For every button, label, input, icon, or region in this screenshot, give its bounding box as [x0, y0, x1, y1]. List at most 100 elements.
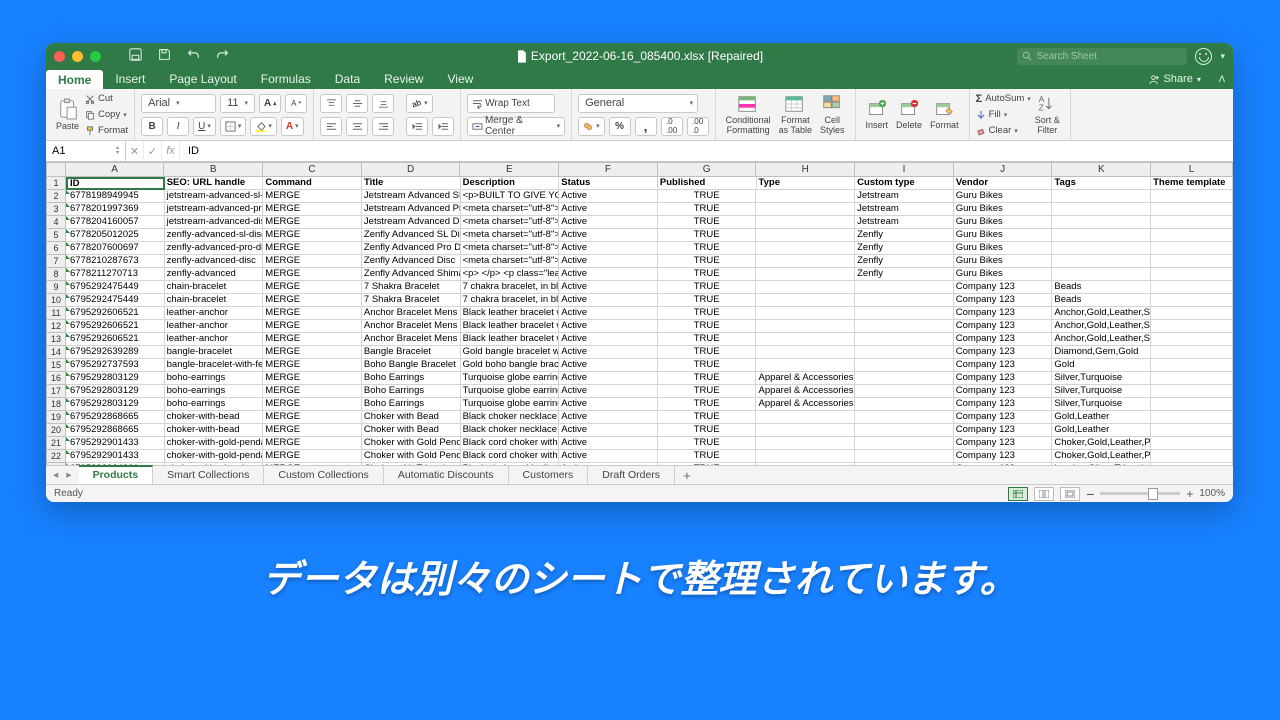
sheet-nav-first-icon[interactable]: ◂: [50, 469, 61, 481]
cell[interactable]: 6795292606521: [66, 333, 165, 346]
align-right-button[interactable]: [372, 117, 394, 136]
column-header[interactable]: K: [1052, 162, 1151, 177]
cell[interactable]: TRUE: [658, 424, 757, 437]
cell[interactable]: Company 123: [954, 424, 1053, 437]
cell[interactable]: TRUE: [658, 320, 757, 333]
cell[interactable]: Active: [559, 450, 658, 463]
search-sheet-input[interactable]: Search Sheet: [1017, 48, 1187, 65]
menu-tab-view[interactable]: View: [435, 69, 485, 89]
cell[interactable]: [1052, 190, 1151, 203]
cell[interactable]: MERGE: [263, 216, 362, 229]
sheet-tab[interactable]: Custom Collections: [264, 466, 383, 485]
cell[interactable]: zenfly-advanced-sl-disc: [165, 229, 264, 242]
cell[interactable]: [1151, 437, 1233, 450]
align-bottom-button[interactable]: [372, 94, 394, 113]
cell[interactable]: [1052, 268, 1151, 281]
column-header[interactable]: E: [460, 162, 559, 177]
cell[interactable]: Gold,Leather: [1052, 424, 1151, 437]
cell[interactable]: [1052, 216, 1151, 229]
cell[interactable]: jetstream-advanced-sl-c: [165, 190, 264, 203]
cell[interactable]: [1151, 411, 1233, 424]
autosum-button[interactable]: ΣAutoSum▾: [976, 92, 1031, 106]
cell[interactable]: Active: [559, 424, 658, 437]
cell[interactable]: Company 123: [954, 346, 1053, 359]
cell[interactable]: [855, 333, 954, 346]
cell[interactable]: Description: [461, 177, 560, 190]
cell[interactable]: 6795292475449: [66, 294, 165, 307]
cell[interactable]: 6778198949945: [66, 190, 165, 203]
cell[interactable]: 6778210287673: [66, 255, 165, 268]
cell[interactable]: Gold,Leather: [1052, 411, 1151, 424]
cell[interactable]: [1052, 229, 1151, 242]
cell[interactable]: Company 123: [954, 320, 1053, 333]
cell[interactable]: 6795292475449: [66, 281, 165, 294]
clear-button[interactable]: Clear▾: [976, 124, 1031, 138]
cell[interactable]: MERGE: [263, 229, 362, 242]
increase-decimal-button[interactable]: .0.00: [661, 117, 683, 136]
cell[interactable]: [756, 424, 855, 437]
cell[interactable]: Diamond,Gem,Gold: [1052, 346, 1151, 359]
cell[interactable]: TRUE: [658, 450, 757, 463]
column-header[interactable]: I: [855, 162, 954, 177]
cell[interactable]: Zenfly: [855, 229, 954, 242]
cell[interactable]: Boho Bangle Bracelet: [362, 359, 461, 372]
fill-color-button[interactable]: ▾: [250, 117, 277, 136]
cell[interactable]: MERGE: [263, 424, 362, 437]
cell[interactable]: TRUE: [658, 437, 757, 450]
underline-button[interactable]: U▾: [193, 117, 216, 136]
cell[interactable]: Choker with Gold Penda: [362, 450, 461, 463]
wrap-text-button[interactable]: Wrap Text: [467, 94, 555, 113]
cell[interactable]: Boho Earrings: [362, 385, 461, 398]
cell[interactable]: [855, 307, 954, 320]
cell[interactable]: TRUE: [658, 359, 757, 372]
cell[interactable]: Active: [559, 398, 658, 411]
cell[interactable]: <meta charset="utf-8"><: [461, 216, 560, 229]
cell[interactable]: [1052, 255, 1151, 268]
cell[interactable]: [756, 359, 855, 372]
cell[interactable]: Apparel & Accessories > Jewelry > Earrin…: [756, 385, 855, 398]
cell[interactable]: choker-with-bead: [165, 424, 264, 437]
cell[interactable]: Turquoise globe earring: [461, 385, 560, 398]
cell[interactable]: Active: [559, 346, 658, 359]
cell[interactable]: Zenfly Advanced SL Dis: [362, 229, 461, 242]
cell[interactable]: bangle-bracelet: [165, 346, 264, 359]
cell[interactable]: Choker,Gold,Leather,Pendant: [1052, 437, 1151, 450]
cell[interactable]: [855, 385, 954, 398]
cell[interactable]: [855, 281, 954, 294]
cell[interactable]: ID: [66, 177, 165, 190]
delete-cells-button[interactable]: Delete: [892, 98, 926, 131]
cell[interactable]: MERGE: [263, 385, 362, 398]
sort-filter-button[interactable]: AZSort & Filter: [1031, 93, 1064, 136]
cell[interactable]: [1151, 333, 1233, 346]
cell[interactable]: TRUE: [658, 385, 757, 398]
cell[interactable]: [1151, 346, 1233, 359]
cell[interactable]: [756, 346, 855, 359]
cell[interactable]: choker-with-gold-pendan: [165, 437, 264, 450]
cell[interactable]: Company 123: [954, 372, 1053, 385]
cell[interactable]: [756, 294, 855, 307]
cell[interactable]: [1151, 190, 1233, 203]
row-header[interactable]: 20: [46, 424, 66, 437]
page-break-view-button[interactable]: [1060, 487, 1080, 501]
cell[interactable]: [855, 320, 954, 333]
cell[interactable]: [756, 333, 855, 346]
cell[interactable]: Turquoise globe earring: [461, 398, 560, 411]
row-header[interactable]: 17: [46, 385, 66, 398]
select-all-corner[interactable]: [46, 162, 66, 177]
cell[interactable]: [855, 411, 954, 424]
row-header[interactable]: 7: [46, 255, 66, 268]
cell[interactable]: chain-bracelet: [165, 294, 264, 307]
row-header[interactable]: 2: [46, 190, 66, 203]
cell[interactable]: 6778204160057: [66, 216, 165, 229]
cancel-formula-icon[interactable]: ✕: [126, 141, 144, 162]
column-header[interactable]: A: [66, 162, 165, 177]
row-header[interactable]: 1: [46, 177, 66, 190]
cell[interactable]: Active: [559, 437, 658, 450]
row-header[interactable]: 19: [46, 411, 66, 424]
cell[interactable]: [1151, 359, 1233, 372]
cell[interactable]: Black cord choker with g: [461, 450, 560, 463]
cell[interactable]: [1151, 268, 1233, 281]
cell[interactable]: Boho Earrings: [362, 398, 461, 411]
cell[interactable]: MERGE: [263, 255, 362, 268]
cell[interactable]: 6778207600697: [66, 242, 165, 255]
